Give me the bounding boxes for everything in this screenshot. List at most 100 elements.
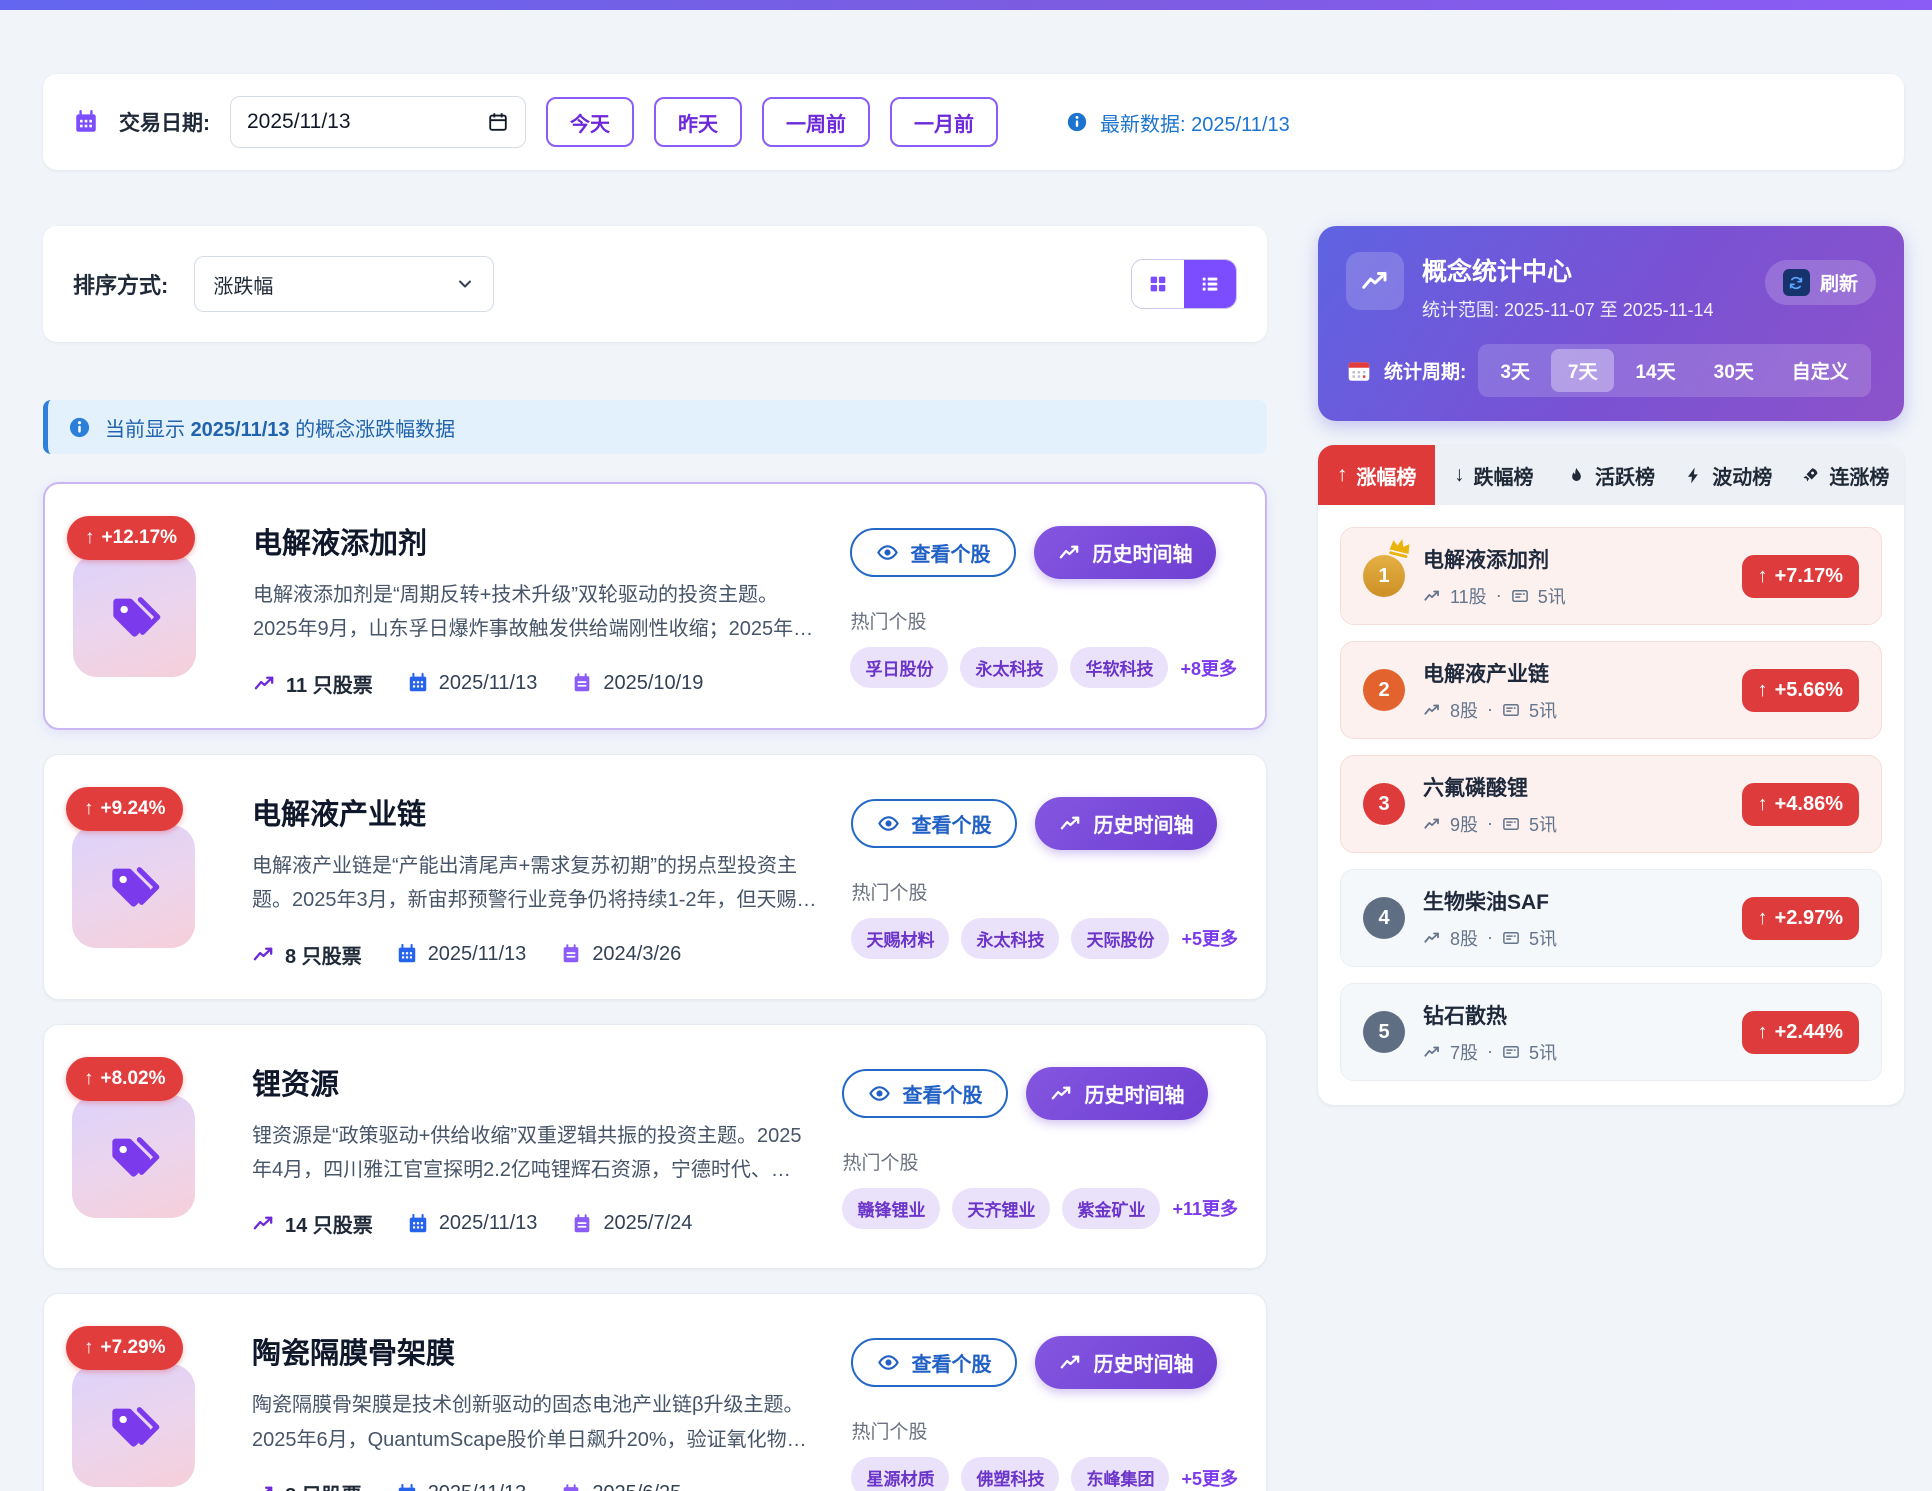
sort-bar: 排序方式: 涨跌幅	[43, 226, 1267, 342]
stock-chip[interactable]: 华软科技	[1070, 647, 1168, 688]
sort-select[interactable]: 涨跌幅	[194, 256, 494, 312]
stock-chart-icon	[252, 1482, 275, 1491]
stock-chip[interactable]: 永太科技	[961, 918, 1059, 959]
info-icon	[1066, 111, 1088, 133]
period-30d[interactable]: 30天	[1697, 349, 1771, 392]
concept-actions: 查看个股 历史时间轴 热门个股 赣锋锂业 天齐锂业 紫金矿业 +11更多	[842, 1057, 1238, 1239]
dot-separator: ·	[1487, 927, 1493, 948]
view-stocks-button[interactable]: 查看个股	[842, 1069, 1008, 1118]
calendar-icon	[396, 943, 418, 965]
rank-stats: 8股 · 5讯	[1423, 925, 1724, 951]
stock-chip[interactable]: 赣锋锂业	[842, 1188, 940, 1229]
stock-chip[interactable]: 天赐材料	[851, 918, 949, 959]
rank-item[interactable]: 5 钻石散热 7股 · 5讯 ↑+2.44%	[1340, 983, 1882, 1081]
concept-actions: 查看个股 历史时间轴 热门个股 孚日股份 永太科技 华软科技 +8更多	[850, 516, 1237, 698]
tab-volatility[interactable]: 波动榜	[1670, 445, 1787, 505]
history-timeline-button[interactable]: 历史时间轴	[1026, 1067, 1208, 1120]
stock-chip[interactable]: 永太科技	[960, 647, 1058, 688]
chart-icon	[1059, 812, 1082, 835]
more-stocks-link[interactable]: +11更多	[1172, 1195, 1238, 1221]
calendar-note-icon	[571, 1213, 593, 1235]
hot-stocks-chips: 孚日股份 永太科技 华软科技 +8更多	[850, 647, 1237, 688]
datepicker-icon[interactable]	[487, 111, 509, 133]
tab-losers[interactable]: ↓跌幅榜	[1435, 445, 1552, 505]
rank-concept-name: 钻石散热	[1423, 1000, 1724, 1030]
more-stocks-link[interactable]: +5更多	[1181, 1465, 1238, 1491]
history-timeline-button[interactable]: 历史时间轴	[1035, 1336, 1217, 1389]
grid-view-button[interactable]	[1132, 260, 1184, 308]
stock-chip[interactable]: 紫金矿业	[1062, 1188, 1160, 1229]
list-icon	[1199, 273, 1221, 295]
trade-date-input[interactable]	[230, 96, 526, 148]
hot-stocks-chips: 星源材质 佛塑科技 东峰集团 +5更多	[851, 1457, 1238, 1491]
bolt-icon	[1684, 466, 1703, 485]
refresh-button[interactable]: 刷新	[1765, 260, 1876, 305]
eye-icon	[877, 812, 900, 835]
arrow-up-icon: ↑	[1758, 565, 1768, 588]
rank-item[interactable]: 3 六氟磷酸锂 9股 · 5讯 ↑+4.86%	[1340, 755, 1882, 853]
period-7d[interactable]: 7天	[1551, 349, 1615, 392]
concept-description: 陶瓷隔膜骨架膜是技术创新驱动的固态电池产业链β升级主题。2025年6月，Quan…	[252, 1388, 821, 1457]
quick-date-today-button[interactable]: 今天	[546, 97, 634, 147]
period-3d[interactable]: 3天	[1483, 349, 1547, 392]
hot-stocks-chips: 天赐材料 永太科技 天际股份 +5更多	[851, 918, 1238, 959]
stats-period-row: 统计周期: 3天 7天 14天 30天 自定义	[1346, 344, 1876, 397]
stock-chip[interactable]: 天齐锂业	[952, 1188, 1050, 1229]
chevron-down-icon	[455, 274, 475, 294]
hot-stocks-chips: 赣锋锂业 天齐锂业 紫金矿业 +11更多	[842, 1188, 1238, 1229]
tab-gainers[interactable]: ↑涨幅榜	[1318, 445, 1435, 505]
stock-chip[interactable]: 星源材质	[851, 1457, 949, 1491]
concept-title: 电解液产业链	[252, 791, 821, 833]
page: 交易日期: 今天 昨天 一周前 一月前 最新数据: 2025/11/13 排序方…	[0, 10, 1932, 1491]
rank-item[interactable]: 2 电解液产业链 8股 · 5讯 ↑+5.66%	[1340, 641, 1882, 739]
hot-stocks-label: 热门个股	[842, 1148, 1238, 1175]
stock-chart-icon	[1423, 1043, 1441, 1061]
view-stocks-button[interactable]: 查看个股	[850, 528, 1016, 577]
rank-item[interactable]: 1 电解液添加剂 11股 · 5讯 ↑+7.17%	[1340, 527, 1882, 625]
rank-number-badge: 4	[1363, 897, 1405, 939]
stock-chart-icon	[1423, 587, 1441, 605]
history-timeline-button[interactable]: 历史时间轴	[1035, 797, 1217, 850]
period-custom[interactable]: 自定义	[1775, 349, 1866, 392]
stock-count: 14 只股票	[285, 1209, 373, 1238]
view-stocks-button[interactable]: 查看个股	[851, 799, 1017, 848]
dot-separator: ·	[1487, 1041, 1493, 1062]
rank-item[interactable]: 4 生物柴油SAF 8股 · 5讯 ↑+2.97%	[1340, 869, 1882, 967]
stock-chip[interactable]: 孚日股份	[850, 647, 948, 688]
concept-description: 电解液产业链是“产能出清尾声+需求复苏初期”的拐点型投资主题。2025年3月，新…	[252, 849, 821, 918]
trade-date-value[interactable]	[247, 110, 437, 134]
main-column: 排序方式: 涨跌幅 当前显示 2025/11/13 的概念涨跌幅数据 ↑+12.…	[43, 226, 1267, 1491]
quick-date-yesterday-button[interactable]: 昨天	[654, 97, 742, 147]
history-timeline-button[interactable]: 历史时间轴	[1034, 526, 1216, 579]
rank-concept-name: 生物柴油SAF	[1423, 886, 1724, 916]
latest-data-info: 最新数据: 2025/11/13	[1066, 108, 1290, 137]
quick-date-week-ago-button[interactable]: 一周前	[762, 97, 870, 147]
tab-streak[interactable]: 连涨榜	[1787, 445, 1904, 505]
rank-number-badge: 3	[1363, 783, 1405, 825]
tab-active[interactable]: 活跃榜	[1552, 445, 1669, 505]
arrow-down-icon: ↓	[1454, 463, 1465, 487]
arrow-up-icon: ↑	[84, 1068, 94, 1090]
concept-body: 锂资源 锂资源是“政策驱动+供给收缩”双重逻辑共振的投资主题。2025年4月，四…	[252, 1057, 812, 1239]
view-stocks-button[interactable]: 查看个股	[851, 1338, 1017, 1387]
period-14d[interactable]: 14天	[1618, 349, 1692, 392]
concept-meta: 8 只股票 2025/11/13 2025/6/25	[252, 1479, 821, 1491]
date-toolbar: 交易日期: 今天 昨天 一周前 一月前 最新数据: 2025/11/13	[43, 74, 1904, 170]
stock-chip[interactable]: 天际股份	[1071, 918, 1169, 959]
rank-number-badge: 5	[1363, 1011, 1405, 1053]
created-date: 2025/7/24	[603, 1212, 692, 1235]
stock-chip[interactable]: 东峰集团	[1071, 1457, 1169, 1491]
info-icon	[68, 416, 91, 439]
more-stocks-link[interactable]: +5更多	[1181, 925, 1238, 951]
quick-date-month-ago-button[interactable]: 一月前	[890, 97, 998, 147]
news-icon	[1502, 929, 1520, 947]
stock-chart-icon	[1423, 815, 1441, 833]
more-stocks-link[interactable]: +8更多	[1180, 655, 1237, 681]
news-icon	[1502, 815, 1520, 833]
chart-icon	[1050, 1082, 1073, 1105]
list-view-button[interactable]	[1184, 260, 1236, 308]
stock-chart-icon	[252, 1212, 275, 1235]
calendar-icon	[73, 109, 99, 135]
stock-chip[interactable]: 佛塑科技	[961, 1457, 1059, 1491]
change-badge: ↑+12.17%	[67, 516, 195, 560]
